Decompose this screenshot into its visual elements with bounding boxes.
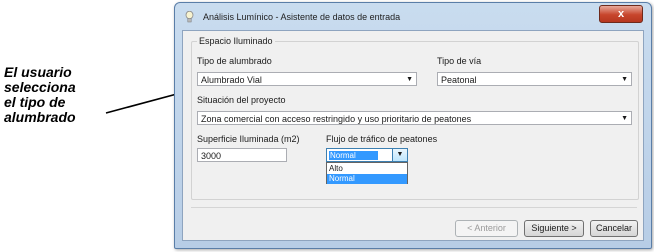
group-title: Espacio Iluminado	[197, 36, 275, 46]
situacion-select[interactable]: Zona comercial con acceso restringido y …	[197, 111, 632, 125]
tipo-alumbrado-select[interactable]: Alumbrado Vial ▼	[197, 72, 417, 86]
chevron-down-icon: ▼	[621, 76, 628, 83]
superficie-value: 3000	[201, 151, 222, 161]
annotation-line: el tipo de	[4, 94, 66, 110]
chevron-down-icon: ▼	[621, 115, 628, 122]
annotation-line: selecciona	[4, 79, 76, 95]
cancelar-button[interactable]: Cancelar	[590, 220, 638, 237]
chevron-down-icon[interactable]: ▼	[392, 149, 407, 161]
superficie-label: Superficie Iluminada (m2)	[197, 134, 300, 144]
title-bar[interactable]: Análisis Lumínico - Asistente de datos d…	[175, 3, 651, 29]
dialog-content: Espacio Iluminado Tipo de alumbrado Alum…	[182, 30, 644, 241]
annotation-line: alumbrado	[4, 109, 76, 125]
tipo-via-select[interactable]: Peatonal ▼	[437, 72, 632, 86]
siguiente-button[interactable]: Siguiente >	[524, 220, 584, 237]
tipo-alumbrado-label: Tipo de alumbrado	[197, 56, 272, 66]
close-button[interactable]: x	[599, 5, 643, 23]
situacion-value: Zona comercial con acceso restringido y …	[201, 114, 472, 124]
tipo-via-value: Peatonal	[441, 75, 477, 85]
annotation-line: El usuario	[4, 64, 72, 80]
dropdown-option-normal[interactable]: Normal	[327, 174, 407, 184]
tipo-alumbrado-value: Alumbrado Vial	[201, 75, 262, 85]
flujo-dropdown-list: Alto Normal	[326, 162, 408, 184]
separator	[191, 207, 637, 208]
lightbulb-icon	[185, 11, 194, 23]
flujo-value: Normal	[329, 151, 378, 160]
annotation-text: El usuario selecciona el tipo de alumbra…	[4, 65, 134, 125]
window-title: Análisis Lumínico - Asistente de datos d…	[203, 12, 401, 22]
dropdown-option-alto[interactable]: Alto	[327, 164, 407, 174]
superficie-input[interactable]: 3000	[197, 148, 287, 162]
anterior-button[interactable]: < Anterior	[455, 220, 518, 237]
flujo-select[interactable]: Normal ▼	[326, 148, 408, 162]
situacion-label: Situación del proyecto	[197, 95, 286, 105]
close-icon: x	[617, 8, 625, 20]
chevron-down-icon: ▼	[406, 76, 413, 83]
tipo-via-label: Tipo de vía	[437, 56, 482, 66]
dialog-window: Análisis Lumínico - Asistente de datos d…	[174, 2, 652, 249]
espacio-iluminado-group: Espacio Iluminado Tipo de alumbrado Alum…	[191, 36, 639, 200]
flujo-label: Flujo de tráfico de peatones	[326, 134, 438, 144]
